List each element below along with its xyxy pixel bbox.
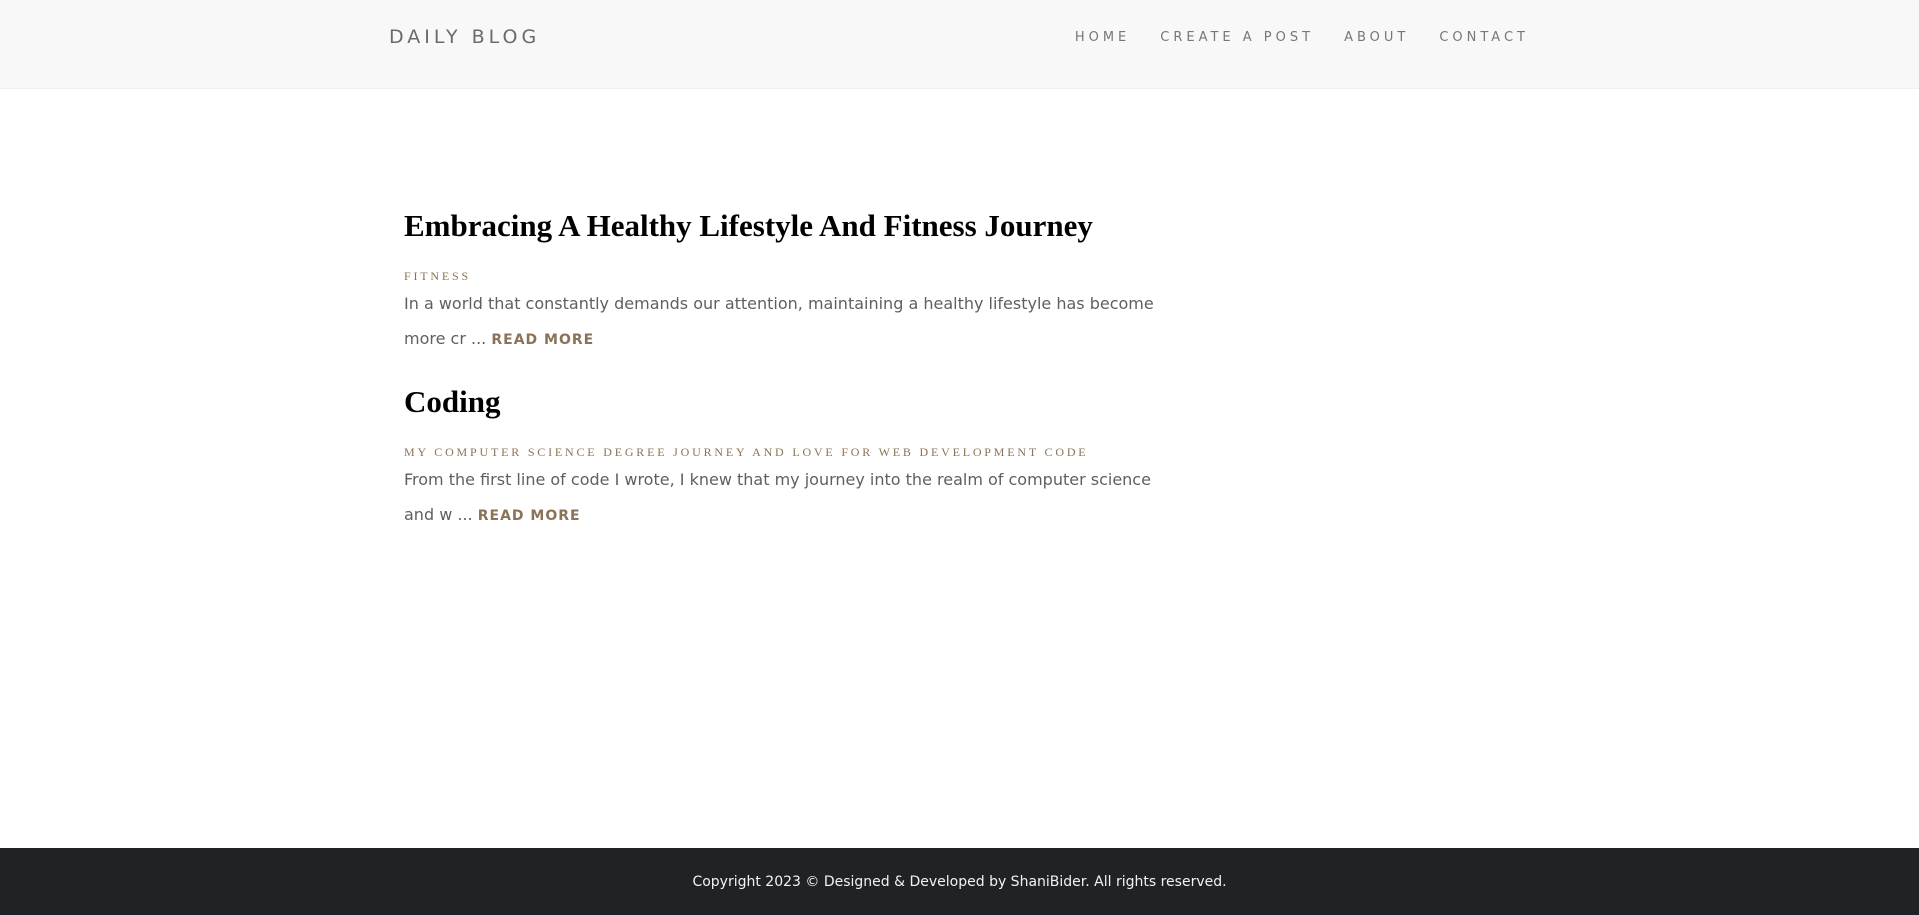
- nav-link-contact[interactable]: CONTACT: [1439, 30, 1529, 45]
- read-more-link[interactable]: READ MORE: [478, 508, 581, 524]
- brand-logo[interactable]: DAILY BLOG: [389, 26, 540, 48]
- copyright-text: Copyright 2023 © Designed & Developed by…: [692, 873, 1227, 890]
- read-more-link[interactable]: READ MORE: [491, 332, 594, 348]
- nav-link-about[interactable]: ABOUT: [1344, 30, 1409, 45]
- post-excerpt: From the first line of code I wrote, I k…: [404, 462, 1164, 534]
- navbar: DAILY BLOG HOME CREATE A POST ABOUT CONT…: [0, 0, 1919, 89]
- post-card: Coding MY COMPUTER SCIENCE DEGREE JOURNE…: [404, 380, 1164, 534]
- post-category: FITNESS: [404, 269, 471, 283]
- nav-menu: HOME CREATE A POST ABOUT CONTACT: [1075, 30, 1529, 45]
- post-excerpt: In a world that constantly demands our a…: [404, 286, 1164, 358]
- footer: Copyright 2023 © Designed & Developed by…: [0, 848, 1919, 915]
- post-title: Coding: [404, 384, 501, 419]
- nav-link-create-post[interactable]: CREATE A POST: [1160, 30, 1314, 45]
- post-card: Embracing A Healthy Lifestyle And Fitnes…: [404, 204, 1164, 358]
- nav-link-home[interactable]: HOME: [1075, 30, 1130, 45]
- post-category: MY COMPUTER SCIENCE DEGREE JOURNEY AND L…: [404, 445, 1089, 459]
- post-list: Embracing A Healthy Lifestyle And Fitnes…: [404, 204, 1164, 556]
- post-title: Embracing A Healthy Lifestyle And Fitnes…: [404, 208, 1093, 243]
